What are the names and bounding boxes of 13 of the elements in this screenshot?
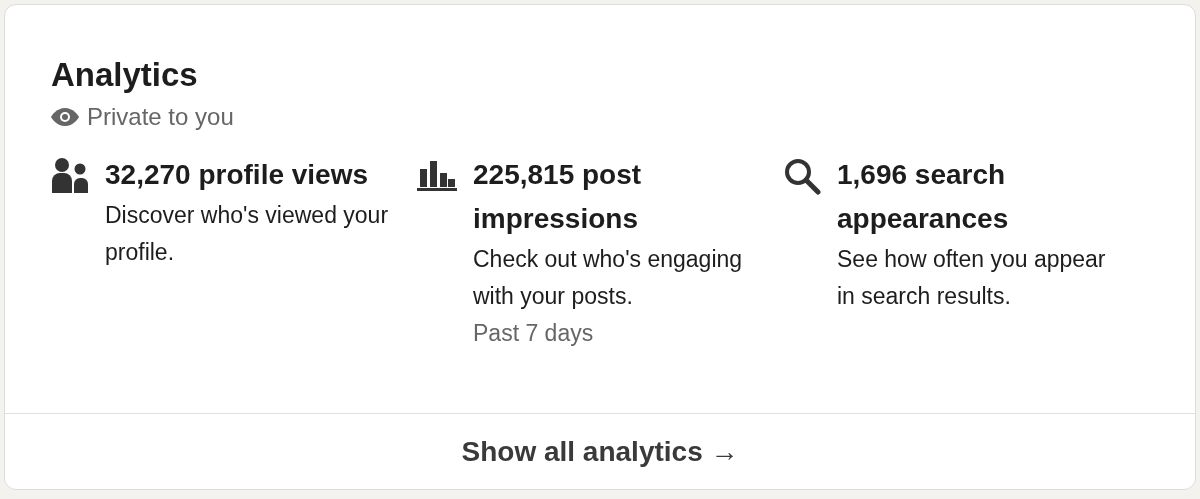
- show-all-analytics-link[interactable]: Show all analytics →: [461, 430, 739, 473]
- metric-headline[interactable]: 1,696 search appearances: [837, 153, 1122, 241]
- people-icon: [51, 157, 89, 193]
- metric-description: Check out who's engaging with your posts.: [473, 245, 744, 311]
- search-icon: [783, 157, 821, 195]
- period-label: Past 7 days: [473, 319, 595, 348]
- metric-description: See how often you appear in search results.: [837, 245, 1107, 311]
- metric-description: Discover who's viewed your profile.: [105, 201, 390, 267]
- eye-icon: [51, 108, 79, 126]
- card-title: Analytics: [51, 55, 199, 95]
- metric-headline[interactable]: 32,270 profile views: [105, 153, 390, 197]
- metric-headline[interactable]: 225,815 post impressions: [473, 153, 758, 241]
- visibility-label: Private to you: [87, 102, 234, 132]
